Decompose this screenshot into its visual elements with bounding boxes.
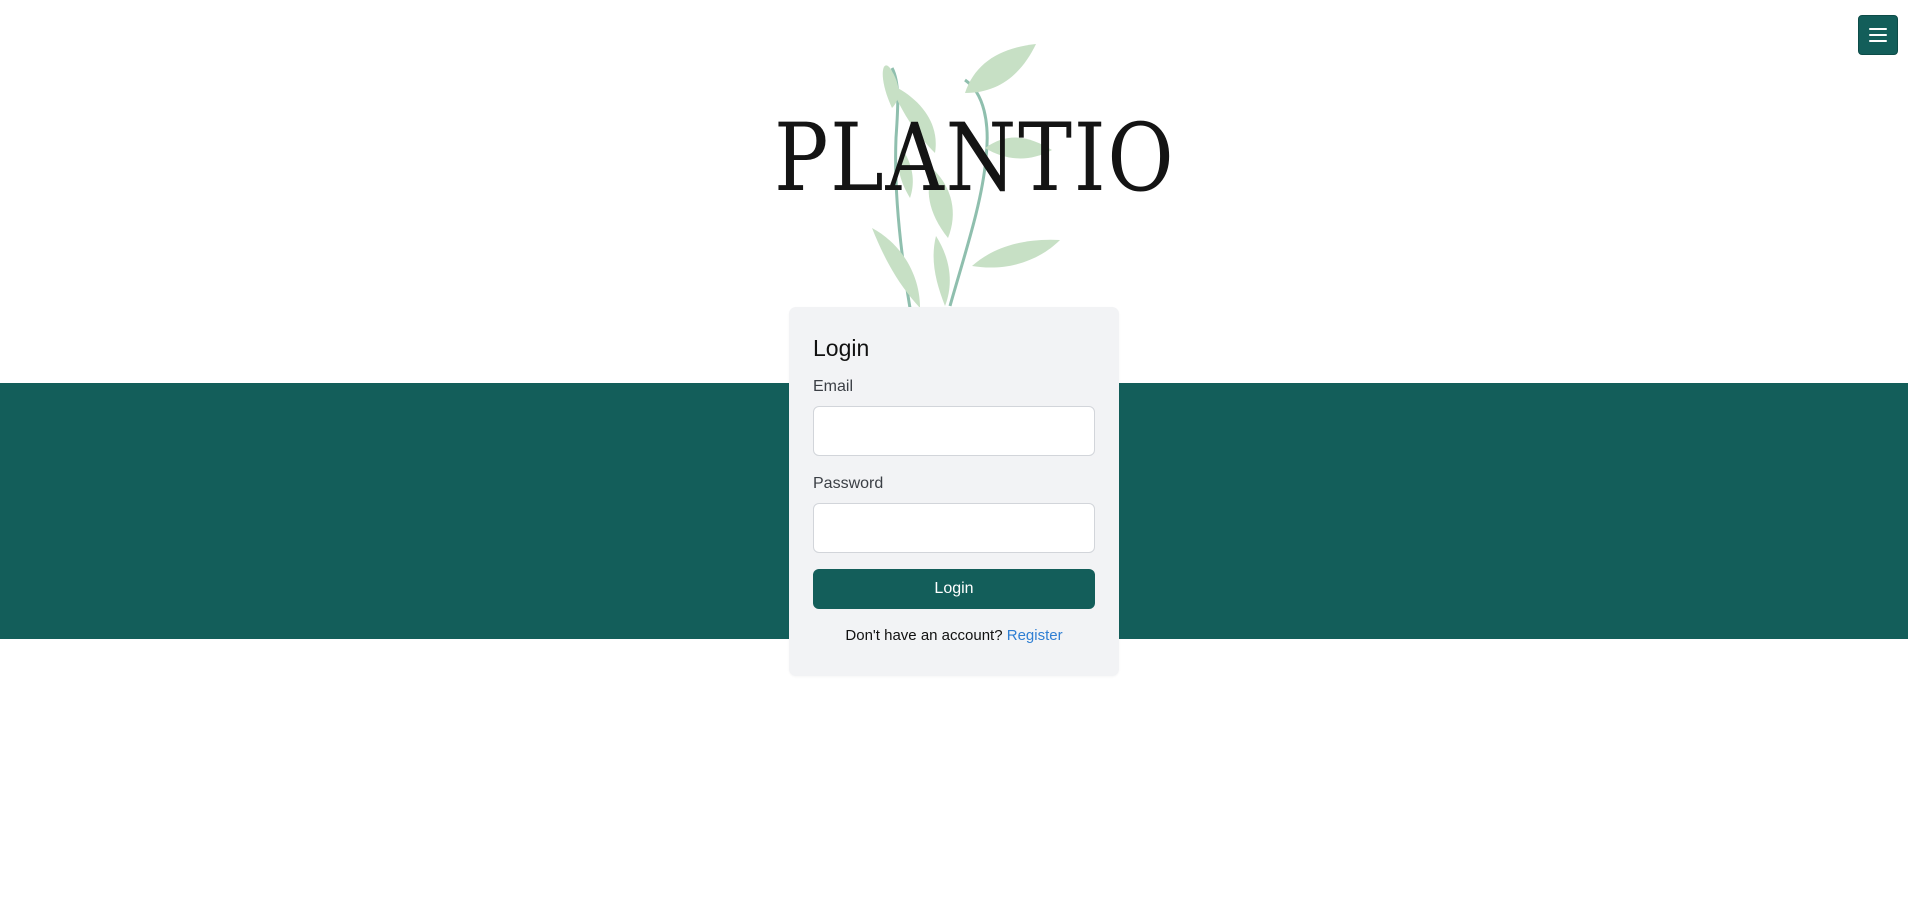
menu-bar-bottom [1869,40,1887,42]
menu-bar-middle [1869,34,1887,36]
password-field[interactable] [813,503,1095,553]
email-label: Email [813,378,854,395]
hamburger-menu-icon[interactable] [1858,15,1898,55]
login-button[interactable]: Login [813,569,1095,609]
login-card: Login Email Password Login Don't have an… [789,307,1119,676]
menu-bar-top [1869,28,1887,30]
password-label: Password [813,475,884,492]
register-prompt-text: Don't have an account? [845,627,1003,644]
register-prompt-line: Don't have an account? Register [813,627,1095,644]
plantio-logo: PLANTIO [760,38,1176,308]
register-link[interactable]: Register [1007,627,1063,644]
login-page: PLANTIO Login Email Password Login Don't… [0,0,1908,905]
logo-wordmark: PLANTIO [774,104,1176,213]
login-title: Login [813,335,870,361]
email-field[interactable] [813,406,1095,456]
